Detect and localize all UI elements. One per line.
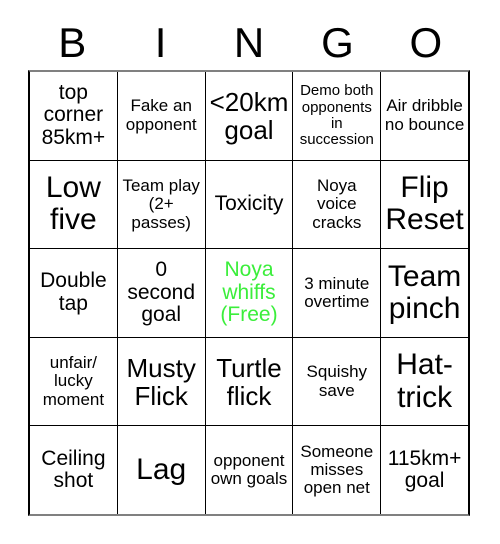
bingo-cell[interactable]: 3 minute overtime xyxy=(293,249,382,337)
bingo-row: Double tap 0 second goal Noya whiffs (Free… xyxy=(30,249,468,338)
header-letter-g: G xyxy=(321,19,354,66)
bingo-cell[interactable]: Demo both opponents in succession xyxy=(293,72,382,160)
bingo-cell[interactable]: Team play (2+ passes) xyxy=(118,160,206,249)
bingo-cell[interactable]: Squishy save xyxy=(293,337,382,426)
bingo-cell[interactable]: 115km+ goal xyxy=(381,426,468,514)
bingo-cell[interactable]: top corner 85km+ xyxy=(30,72,118,160)
bingo-cell[interactable]: Lag xyxy=(118,426,206,514)
bingo-cell[interactable]: Team pinch xyxy=(381,249,468,337)
bingo-cell[interactable]: Musty Flick xyxy=(118,337,206,426)
bingo-row: top corner 85km+ Fake an opponent <20km go… xyxy=(30,72,468,161)
bingo-cell[interactable]: Noya voice cracks xyxy=(293,160,382,249)
bingo-cell[interactable]: <20km goal xyxy=(206,72,294,160)
bingo-cell[interactable]: 0 second goal xyxy=(118,249,206,337)
bingo-row: Low five Team play (2+ passes) Toxicity Noy… xyxy=(30,160,468,250)
bingo-cell[interactable]: Air dribble no bounce xyxy=(381,72,468,160)
bingo-grid: top corner 85km+ Fake an opponent <20km go… xyxy=(28,70,470,516)
bingo-cell[interactable]: Double tap xyxy=(30,249,118,337)
bingo-cell[interactable]: Flip Reset xyxy=(381,161,468,249)
bingo-cell-free[interactable]: Noya whiffs (Free) xyxy=(206,249,294,337)
bingo-cell[interactable]: Hat-trick xyxy=(381,338,468,426)
bingo-cell[interactable]: Someone misses open net xyxy=(293,426,382,514)
header-letter-b: B xyxy=(58,19,87,66)
header-letter-o: O xyxy=(409,19,443,66)
bingo-cell[interactable]: Turtle flick xyxy=(206,337,294,426)
bingo-card: B I N G O top corner 85km+ Fake an oppone… xyxy=(0,0,500,544)
header-letter-n: N xyxy=(233,19,265,66)
bingo-cell[interactable]: unfair/ lucky moment xyxy=(30,337,118,426)
bingo-cell[interactable]: Ceiling shot xyxy=(30,426,118,514)
bingo-row: Ceiling shot Lag opponent own goals Someone… xyxy=(30,426,468,514)
bingo-cell[interactable]: opponent own goals xyxy=(206,426,294,514)
bingo-cell[interactable]: Fake an opponent xyxy=(118,72,206,160)
bingo-header-row: B I N G O xyxy=(28,16,470,70)
bingo-cell[interactable]: Low five xyxy=(30,160,118,249)
header-letter-i: I xyxy=(154,19,167,66)
bingo-row: unfair/ lucky moment Musty Flick Turtle fl… xyxy=(30,337,468,427)
bingo-cell[interactable]: Toxicity xyxy=(206,160,294,249)
